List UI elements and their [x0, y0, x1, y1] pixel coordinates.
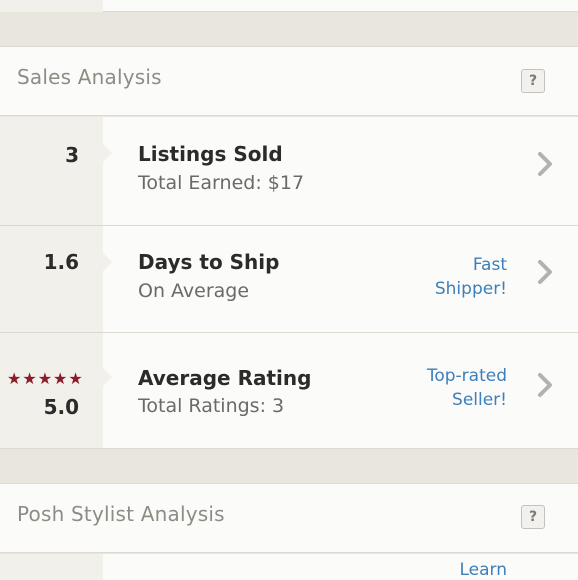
listings-sold-title: Listings Sold [138, 142, 283, 166]
stat-column [0, 226, 103, 332]
badge-line: Fast [472, 255, 507, 275]
notch-pointer [103, 144, 112, 162]
days-to-ship-title: Days to Ship [138, 250, 280, 274]
sales-analysis-header: Sales Analysis ? [0, 46, 578, 116]
total-ratings-text: Total Ratings: 3 [138, 395, 285, 417]
fast-shipper-badge[interactable]: Fast Shipper! [435, 253, 507, 301]
stat-column [0, 554, 103, 580]
stylist-row[interactable]: Learn [0, 554, 578, 580]
posh-stylist-analysis-title: Posh Stylist Analysis [17, 502, 225, 526]
chevron-right-icon[interactable] [534, 150, 556, 178]
average-rating-title: Average Rating [138, 366, 312, 390]
top-rated-seller-badge[interactable]: Top-rated Seller! [427, 364, 507, 412]
help-button[interactable]: ? [521, 505, 545, 529]
previous-card [0, 0, 578, 12]
notch-pointer [103, 253, 112, 271]
notch-pointer [103, 368, 112, 386]
badge-line: Shipper! [434, 279, 507, 299]
listings-sold-value: 3 [65, 143, 79, 167]
posh-stylist-analysis-header: Posh Stylist Analysis ? [0, 483, 578, 553]
listings-sold-row[interactable]: 3 Listings Sold Total Earned: $17 [0, 117, 578, 226]
previous-card-stat-column [0, 0, 103, 12]
chevron-right-icon[interactable] [534, 258, 556, 286]
on-average-text: On Average [138, 280, 250, 302]
chevron-right-icon[interactable] [534, 371, 556, 399]
days-to-ship-value: 1.6 [43, 250, 79, 274]
star-rating-icon: ★★★★★ [7, 369, 84, 388]
badge-line: Seller! [452, 390, 507, 410]
stat-column [0, 333, 103, 448]
total-earned-text: Total Earned: $17 [138, 172, 305, 194]
sales-analysis-title: Sales Analysis [17, 65, 162, 89]
learn-link[interactable]: Learn [459, 558, 507, 580]
average-rating-value: 5.0 [43, 395, 79, 419]
help-button[interactable]: ? [521, 69, 545, 93]
days-to-ship-row[interactable]: 1.6 Days to Ship On Average Fast Shipper… [0, 226, 578, 333]
stat-column [0, 117, 103, 225]
average-rating-row[interactable]: ★★★★★ 5.0 Average Rating Total Ratings: … [0, 333, 578, 449]
badge-line: Top-rated [426, 366, 507, 386]
